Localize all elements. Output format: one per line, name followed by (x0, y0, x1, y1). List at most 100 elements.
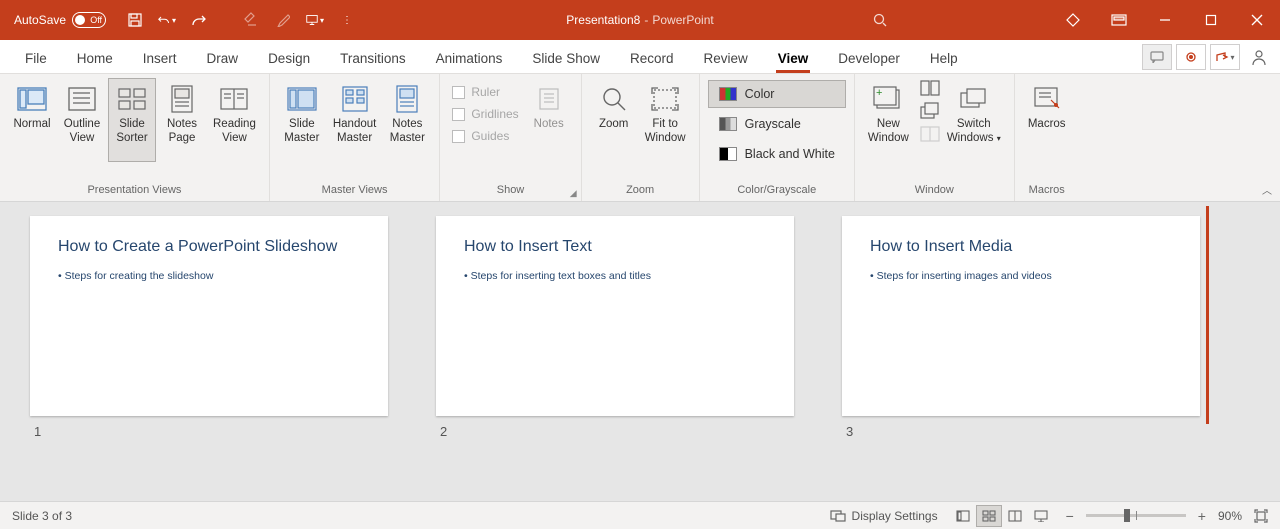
present-icon[interactable]: ▾ (306, 11, 324, 29)
new-window-button[interactable]: +NewWindow (863, 78, 914, 162)
slide-number: 2 (436, 424, 794, 439)
group-label: Macros (1023, 181, 1071, 199)
tab-insert[interactable]: Insert (128, 44, 192, 73)
collapse-ribbon-icon[interactable]: ︿ (1262, 182, 1272, 197)
group-presentation-views: Normal OutlineView SlideSorter NotesPage… (0, 74, 270, 201)
slide-sorter-workspace[interactable]: How to Create a PowerPoint Slideshow • St… (0, 202, 1280, 501)
notes-page-button[interactable]: NotesPage (158, 78, 206, 162)
switch-windows-button[interactable]: SwitchWindows ▾ (942, 78, 1006, 162)
black-white-button[interactable]: Black and White (708, 140, 846, 168)
zoom-button[interactable]: Zoom (590, 78, 638, 162)
tab-design[interactable]: Design (253, 44, 325, 73)
search-box[interactable] (710, 7, 1050, 33)
macros-button[interactable]: Macros (1023, 78, 1071, 162)
move-split-icon[interactable] (920, 126, 940, 142)
autosave-toggle[interactable]: AutoSave Off (14, 12, 106, 28)
handout-master-button[interactable]: HandoutMaster (328, 78, 381, 162)
slideshow-view-icon[interactable] (1028, 505, 1054, 527)
guides-checkbox: Guides (448, 126, 522, 146)
color-button[interactable]: Color (708, 80, 846, 108)
account-icon[interactable] (1244, 44, 1274, 70)
tab-draw[interactable]: Draw (192, 44, 254, 73)
notes-master-button[interactable]: NotesMaster (383, 78, 431, 162)
record-button[interactable] (1176, 44, 1206, 70)
group-label: Window (863, 181, 1006, 199)
slide-bullet: • Steps for inserting text boxes and tit… (464, 270, 766, 282)
autosave-state: Off (90, 15, 102, 25)
insertion-marker (1206, 206, 1209, 424)
arrange-all-icon[interactable] (920, 80, 940, 96)
zoom-slider[interactable] (1086, 514, 1186, 517)
group-label: Master Views (278, 181, 431, 199)
slide-bullet: • Steps for inserting images and videos (870, 270, 1172, 282)
group-macros: Macros Macros (1015, 74, 1079, 201)
ribbon-tabs: File Home Insert Draw Design Transitions… (0, 40, 1280, 74)
minimize-button[interactable] (1142, 0, 1188, 40)
slide-title: How to Create a PowerPoint Slideshow (58, 238, 360, 256)
slide-thumbnail[interactable]: How to Insert Media• Steps for inserting… (842, 216, 1200, 439)
save-icon[interactable] (126, 11, 144, 29)
tab-transitions[interactable]: Transitions (325, 44, 421, 73)
tab-file[interactable]: File (10, 44, 62, 73)
slide-title: How to Insert Text (464, 238, 766, 256)
fit-to-window-icon[interactable] (1254, 509, 1268, 523)
fit-to-window-button[interactable]: Fit toWindow (640, 78, 691, 162)
tab-slideshow[interactable]: Slide Show (517, 44, 615, 73)
tab-view[interactable]: View (763, 44, 824, 73)
zoom-in-button[interactable]: + (1198, 508, 1206, 524)
ribbon-display-icon[interactable] (1096, 0, 1142, 40)
tab-developer[interactable]: Developer (823, 44, 915, 73)
tab-record[interactable]: Record (615, 44, 689, 73)
group-show: Ruler Gridlines Guides Notes Show◢ (440, 74, 581, 201)
qat-more-icon[interactable]: ⋮ (338, 11, 356, 29)
outline-view-button[interactable]: OutlineView (58, 78, 106, 162)
tab-review[interactable]: Review (689, 44, 763, 73)
slide-bullet: • Steps for creating the slideshow (58, 270, 360, 282)
group-color-grayscale: Color Grayscale Black and White Color/Gr… (700, 74, 855, 201)
tab-help[interactable]: Help (915, 44, 973, 73)
group-label: Show◢ (448, 181, 572, 199)
slide-thumbnail[interactable]: How to Create a PowerPoint Slideshow • St… (30, 216, 388, 439)
dialog-launcher-icon[interactable]: ◢ (570, 188, 577, 199)
slide-number: 1 (30, 424, 388, 439)
eyedropper-icon[interactable] (274, 11, 292, 29)
status-bar: Slide 3 of 3 Display Settings − + 90% (0, 501, 1280, 529)
slide-sorter-button[interactable]: SlideSorter (108, 78, 156, 162)
title-bar: AutoSave Off ▾ ▾ ⋮ Presentation8 - Power… (0, 0, 1280, 40)
undo-icon[interactable]: ▾ (158, 11, 176, 29)
group-master-views: SlideMaster HandoutMaster NotesMaster Ma… (270, 74, 440, 201)
tab-home[interactable]: Home (62, 44, 128, 73)
slide-counter[interactable]: Slide 3 of 3 (12, 509, 72, 523)
group-label: Zoom (590, 181, 691, 199)
comments-button[interactable] (1142, 44, 1172, 70)
ribbon: Normal OutlineView SlideSorter NotesPage… (0, 74, 1280, 202)
ruler-checkbox: Ruler (448, 82, 522, 102)
window-title: Presentation8 - PowerPoint (566, 13, 713, 27)
sorter-view-icon[interactable] (976, 505, 1002, 527)
slide-master-button[interactable]: SlideMaster (278, 78, 326, 162)
normal-view-button[interactable]: Normal (8, 78, 56, 162)
group-label: Presentation Views (8, 181, 261, 199)
tab-animations[interactable]: Animations (421, 44, 518, 73)
gridlines-checkbox: Gridlines (448, 104, 522, 124)
group-zoom: Zoom Fit toWindow Zoom (582, 74, 700, 201)
share-button[interactable]: ▾ (1210, 44, 1240, 70)
slide-thumbnail[interactable]: How to Insert Text • Steps for inserting … (436, 216, 794, 439)
diamond-icon[interactable] (1050, 0, 1096, 40)
close-button[interactable] (1234, 0, 1280, 40)
maximize-button[interactable] (1188, 0, 1234, 40)
normal-view-icon[interactable] (950, 505, 976, 527)
zoom-out-button[interactable]: − (1066, 508, 1074, 524)
format-painter-icon[interactable] (242, 11, 260, 29)
cascade-icon[interactable] (920, 102, 940, 120)
zoom-level[interactable]: 90% (1218, 509, 1242, 523)
svg-text:+: + (876, 87, 882, 99)
grayscale-button[interactable]: Grayscale (708, 110, 846, 138)
notes-button[interactable]: Notes (525, 78, 573, 162)
display-settings-button[interactable]: Display Settings (830, 509, 938, 523)
reading-view-button[interactable]: ReadingView (208, 78, 261, 162)
redo-icon[interactable] (190, 11, 208, 29)
autosave-label: AutoSave (14, 13, 66, 27)
reading-view-icon[interactable] (1002, 505, 1028, 527)
slide-number: 3 (842, 424, 1200, 439)
